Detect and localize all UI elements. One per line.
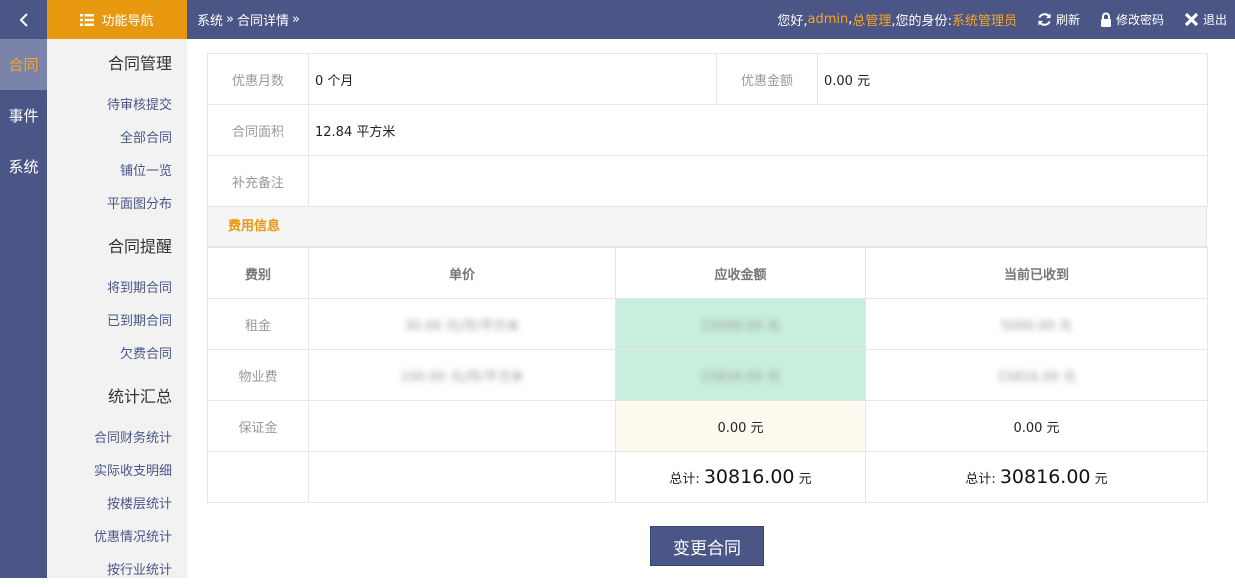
- breadcrumb-separator: »: [292, 12, 300, 27]
- total-label: 总计:: [965, 472, 996, 487]
- user-area: 您好, admin , 总管理 ,您的身份: 系统管理员 刷新 修改密码 退出: [777, 0, 1227, 39]
- close-icon: [1184, 12, 1199, 27]
- submenu-item-all-contracts[interactable]: 全部合同: [47, 122, 187, 155]
- change-password-button[interactable]: 修改密码: [1100, 11, 1164, 28]
- breadcrumb: 系统 » 合同详情 »: [197, 0, 303, 39]
- breadcrumb-item-system[interactable]: 系统: [197, 10, 223, 29]
- fee-section-title: 费用信息: [207, 207, 1207, 247]
- fee-received: 15816.00 元: [996, 369, 1077, 385]
- fee-received-cell: 15816.00 元: [865, 349, 1208, 401]
- empty-cell: [207, 451, 309, 503]
- total-row: 总计: 30816.00 元 总计: 30816.00 元: [207, 451, 1208, 503]
- area-label: 合同面积: [207, 104, 309, 156]
- lock-icon: [1100, 12, 1111, 27]
- total-label: 总计:: [669, 472, 700, 487]
- fee-received-cell: 5000.00 元: [865, 298, 1208, 350]
- column-header: 当前已收到: [865, 247, 1208, 299]
- contract-detail-content: 优惠月数 0 个月 优惠金额 0.00 元 合同面积 12.84 平方米 补充备…: [207, 53, 1208, 503]
- fee-price: 100.00 元/月/平方米: [400, 369, 524, 385]
- main-nav-contract[interactable]: 合同: [0, 39, 47, 90]
- top-bar: 功能导航 系统 » 合同详情 » 您好, admin , 总管理 ,您的身份: …: [0, 0, 1235, 39]
- refresh-label: 刷新: [1055, 13, 1080, 27]
- change-password-label: 修改密码: [1115, 13, 1164, 27]
- table-row: 物业费 100.00 元/月/平方米 15816.00 元 15816.00 元: [207, 349, 1208, 401]
- total-unit: 元: [798, 472, 812, 487]
- change-contract-button[interactable]: 变更合同: [650, 526, 764, 566]
- submenu-group-title: 合同管理: [107, 54, 172, 73]
- fee-received: 0.00 元: [865, 400, 1208, 452]
- submenu-item-discount-stats[interactable]: 优惠情况统计: [47, 521, 187, 554]
- submenu-item-pending-review[interactable]: 待审核提交: [47, 89, 187, 122]
- breadcrumb-item-contract-detail: 合同详情: [236, 14, 289, 29]
- area-value: 12.84 平方米: [308, 104, 1208, 156]
- table-row: 补充备注: [207, 155, 1208, 207]
- contract-info-table: 优惠月数 0 个月 优惠金额 0.00 元 合同面积 12.84 平方米 补充备…: [207, 53, 1208, 207]
- discount-amount-value: 0.00 元: [817, 53, 1208, 105]
- submenu-group-title: 合同提醒: [107, 237, 172, 256]
- sub-menu: 合同管理 待审核提交 全部合同 铺位一览 平面图分布 合同提醒 将到期合同 已到…: [47, 39, 187, 578]
- fee-received: 5000.00 元: [1001, 318, 1072, 334]
- submenu-item-by-industry[interactable]: 按行业统计: [47, 554, 187, 587]
- fee-price-cell: 30.00 元/月/平方米: [308, 298, 616, 350]
- column-header: 费别: [207, 247, 309, 299]
- main-nav-system[interactable]: 系统: [0, 141, 47, 192]
- remark-label: 补充备注: [207, 155, 309, 207]
- submenu-item-expiring[interactable]: 将到期合同: [47, 272, 187, 305]
- breadcrumb-separator: »: [226, 12, 234, 27]
- chevron-left-icon: [19, 12, 28, 27]
- refresh-button[interactable]: 刷新: [1037, 11, 1080, 28]
- submenu-item-expired[interactable]: 已到期合同: [47, 305, 187, 338]
- table-row: 合同面积 12.84 平方米: [207, 104, 1208, 156]
- table-row: 保证金 0.00 元 0.00 元: [207, 400, 1208, 452]
- nav-toggle-label: 功能导航: [101, 14, 154, 29]
- total-receivable-cell: 总计: 30816.00 元: [615, 451, 866, 503]
- org-name: 总管理: [852, 14, 892, 29]
- list-icon: [80, 13, 95, 26]
- fee-receivable: 0.00 元: [615, 400, 866, 452]
- total-receivable-value: 30816.00: [703, 466, 795, 488]
- submenu-item-shop-overview[interactable]: 铺位一览: [47, 155, 187, 188]
- table-header-row: 费别 单价 应收金额 当前已收到: [207, 247, 1208, 299]
- column-header: 单价: [308, 247, 616, 299]
- fee-name: 保证金: [207, 400, 309, 452]
- fee-receivable: 15816.00 元: [700, 369, 781, 385]
- fee-price: 30.00 元/月/平方米: [404, 318, 520, 334]
- submenu-group-title: 统计汇总: [107, 387, 172, 406]
- submenu-item-floor-plan[interactable]: 平面图分布: [47, 188, 187, 221]
- greeting-text: 您好,: [777, 14, 808, 29]
- column-header: 应收金额: [615, 247, 866, 299]
- total-received-value: 30816.00: [999, 466, 1091, 488]
- role-prefix: ,您的身份:: [891, 14, 952, 29]
- refresh-icon: [1038, 13, 1051, 26]
- logout-button[interactable]: 退出: [1184, 11, 1227, 28]
- main-nav: 合同 事件 系统: [0, 39, 47, 578]
- main-nav-event[interactable]: 事件: [0, 90, 47, 141]
- fee-name: 租金: [207, 298, 309, 350]
- nav-toggle-button[interactable]: 功能导航: [47, 0, 187, 39]
- fee-price-cell: 100.00 元/月/平方米: [308, 349, 616, 401]
- remark-value: [308, 155, 1208, 207]
- submenu-item-finance-stats[interactable]: 合同财务统计: [47, 422, 187, 455]
- submenu-item-actual-details[interactable]: 实际收支明细: [47, 455, 187, 488]
- empty-cell: [308, 451, 616, 503]
- fee-receivable: 15000.00 元: [700, 318, 781, 334]
- fee-price: [308, 400, 616, 452]
- total-received-cell: 总计: 30816.00 元: [865, 451, 1208, 503]
- table-row: 租金 30.00 元/月/平方米 15000.00 元 5000.00 元: [207, 298, 1208, 350]
- total-unit: 元: [1094, 472, 1108, 487]
- table-row: 优惠月数 0 个月 优惠金额 0.00 元: [207, 53, 1208, 105]
- submenu-item-by-floor[interactable]: 按楼层统计: [47, 488, 187, 521]
- fee-receivable-cell: 15816.00 元: [615, 349, 866, 401]
- discount-months-label: 优惠月数: [207, 53, 309, 105]
- username: admin: [807, 12, 849, 27]
- discount-amount-label: 优惠金额: [716, 53, 818, 105]
- back-button[interactable]: [0, 0, 47, 39]
- role-name: 系统管理员: [951, 14, 1017, 29]
- logout-label: 退出: [1202, 13, 1227, 27]
- fee-receivable-cell: 15000.00 元: [615, 298, 866, 350]
- fee-name: 物业费: [207, 349, 309, 401]
- fee-table: 费别 单价 应收金额 当前已收到 租金 30.00 元/月/平方米 15000.…: [207, 247, 1208, 503]
- discount-months-value: 0 个月: [308, 53, 717, 105]
- submenu-item-arrears[interactable]: 欠费合同: [47, 338, 187, 371]
